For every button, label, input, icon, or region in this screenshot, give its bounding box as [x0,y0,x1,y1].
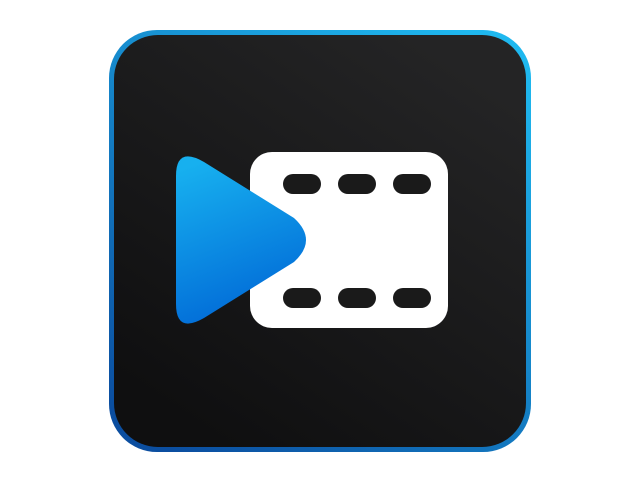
film-hole [393,288,431,308]
app-icon [109,30,531,452]
stage [0,0,640,480]
film-hole [338,288,376,308]
film-hole [283,288,321,308]
film-hole [338,174,376,194]
film-hole [283,174,321,194]
film-hole [393,174,431,194]
